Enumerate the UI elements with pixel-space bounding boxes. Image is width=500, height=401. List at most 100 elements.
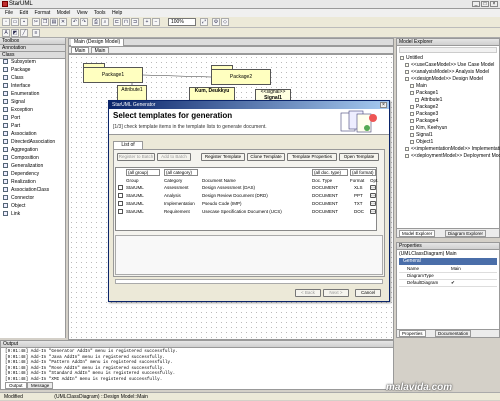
new-icon[interactable]: ▫ [2,18,10,26]
zoom-out-icon[interactable]: − [152,18,160,26]
tree-item[interactable]: <<deploymentModel>> Deployment Mod [405,153,500,160]
col-doc-type[interactable]: Doc. Type [312,178,332,183]
tree-item[interactable]: Signal1 [410,132,433,139]
add-to-batch-button[interactable]: Add to Batch [157,153,191,161]
tree-item[interactable]: <<analysisModel>> Analysis Model [405,69,489,76]
tab-output[interactable]: Output [5,382,27,389]
property-row[interactable]: DiagramType [399,273,497,280]
toolbox-section-annotation[interactable]: Annotation [0,45,65,52]
format-filter-select[interactable]: (all format) [350,169,376,176]
undo-icon[interactable]: ↶ [71,18,79,26]
template-options-button[interactable]: ··· [370,209,376,214]
print-icon[interactable]: ⎙ [92,18,100,26]
template-checkbox[interactable] [118,209,123,214]
col-category[interactable]: Category [164,178,182,183]
menu-format[interactable]: Format [34,9,50,17]
toolbox-item-dependency[interactable]: Dependency [1,170,64,178]
toolbox-item-port[interactable]: Port [1,114,64,122]
font-icon[interactable]: A [2,29,10,37]
zoom-in-icon[interactable]: + [143,18,151,26]
toolbox-item-directedassociation[interactable]: DirectedAssociation [1,138,64,146]
maximize-button[interactable]: □ [481,1,489,7]
tree-item[interactable]: Untitled [400,55,423,62]
menu-edit[interactable]: Edit [19,9,28,17]
tree-item[interactable]: Attribute1 [415,97,442,104]
find-icon[interactable]: ⌕ [101,18,109,26]
toolbox-item-association[interactable]: Association [1,130,64,138]
align-left-icon[interactable]: ⊏ [113,18,121,26]
redo-icon[interactable]: ↷ [80,18,88,26]
tree-item[interactable]: Package2 [410,104,438,111]
tab-diagram-explorer[interactable]: Diagram Explorer [445,230,487,237]
toolbox-item-link[interactable]: Link [1,210,64,218]
register-template-button[interactable]: Register Template [201,153,245,161]
col-format[interactable]: Format [350,178,364,183]
open-icon[interactable]: ▭ [11,18,19,26]
property-value[interactable]: Main [451,266,461,272]
cancel-button[interactable]: Cancel [355,289,381,297]
menu-tools[interactable]: Tools [94,9,106,17]
property-row[interactable]: DefaultDiagram ✔ [399,280,497,287]
tab-documentation[interactable]: Documentation [435,330,472,337]
line-color-icon[interactable]: ╱ [20,29,28,37]
clone-template-button[interactable]: Clone Template [247,153,285,161]
generator-icon[interactable]: ⚙ [212,18,220,26]
property-row[interactable]: Name Main [399,266,497,273]
minimize-button[interactable]: _ [472,1,480,7]
menu-file[interactable]: File [5,9,13,17]
tree-item[interactable]: <<useCaseModel>> Use Case Model [405,62,494,69]
toolbox-item-package[interactable]: Package [1,66,64,74]
menu-model[interactable]: Model [57,9,71,17]
tab-model-explorer[interactable]: Model Explorer [399,230,436,237]
col-group[interactable]: Group [126,178,139,183]
paste-icon[interactable]: ▤ [50,18,58,26]
tree-item[interactable]: Main [410,83,427,90]
tab-message[interactable]: Message [27,382,54,389]
category-filter-select[interactable]: (all category) [164,169,198,176]
template-checkbox[interactable] [118,185,123,190]
register-to-batch-button[interactable]: Register to Batch [117,153,155,161]
tab-main-2[interactable]: Main [91,47,109,54]
template-checkbox[interactable] [118,193,123,198]
tab-list-of-templates[interactable]: List of templates [113,141,143,155]
delete-icon[interactable]: ✕ [59,18,67,26]
tab-main-1[interactable]: Main [71,47,89,54]
next-button[interactable]: Next > [323,289,349,297]
tree-item[interactable]: Object1 [410,139,433,146]
toolbox-item-generalization[interactable]: Generalization [1,162,64,170]
align-right-icon[interactable]: ⊐ [131,18,139,26]
dialog-close-button[interactable]: × [380,102,387,108]
toolbox-item-associationclass[interactable]: AssociationClass [1,186,64,194]
toolbox-item-part[interactable]: Part [1,122,64,130]
align-center-icon[interactable]: ⊓ [122,18,130,26]
cut-icon[interactable]: ✂ [32,18,40,26]
toolbox-item-enumeration[interactable]: Enumeration [1,90,64,98]
close-button[interactable]: × [490,1,498,7]
tree-item[interactable]: Kim, Keehyun [410,125,447,132]
col-opt[interactable]: Opt. [370,178,379,183]
fill-color-icon[interactable]: ◩ [11,29,19,37]
fit-icon[interactable]: ⤢ [200,18,208,26]
template-options-button[interactable]: ··· [370,185,376,190]
save-icon[interactable]: ▪ [20,18,28,26]
properties-section-general[interactable]: General [399,258,497,265]
col-document-name[interactable]: Document Name [202,178,236,183]
template-checkbox[interactable] [118,201,123,206]
toolbox-item-subsystem[interactable]: Subsystem [1,58,64,66]
tree-item[interactable]: <<designModel>> Design Model [405,76,483,83]
template-options-button[interactable]: ··· [370,193,376,198]
tree-item[interactable]: Package4 [410,118,438,125]
toolbox-item-exception[interactable]: Exception [1,106,64,114]
toolbox-item-interface[interactable]: Interface [1,82,64,90]
toolbox-item-composition[interactable]: Composition [1,154,64,162]
toolbox-item-object[interactable]: Object [1,202,64,210]
template-properties-button[interactable]: Template Properties [287,153,337,161]
tab-main-design-model[interactable]: Main (Design Model) [71,39,125,46]
toolbox-item-signal[interactable]: Signal [1,98,64,106]
menu-help[interactable]: Help [112,9,122,17]
tree-item[interactable]: Package3 [410,111,438,118]
tree-item[interactable]: Package1 [410,90,438,97]
tab-properties[interactable]: Properties [399,330,426,337]
group-filter-select[interactable]: (all group) [126,169,160,176]
back-button[interactable]: < Back [295,289,321,297]
